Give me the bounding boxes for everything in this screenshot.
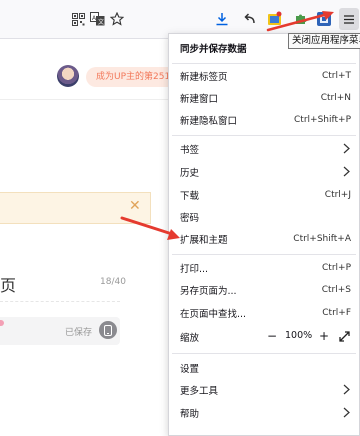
svg-text:文: 文 bbox=[98, 18, 104, 26]
menu-icon[interactable] bbox=[339, 8, 359, 30]
menu-item-downloads[interactable]: 下载 Ctrl+J bbox=[169, 184, 359, 206]
extension-icon[interactable] bbox=[266, 10, 284, 28]
menu-item-find-in-page[interactable]: 在页面中查找... Ctrl+F bbox=[169, 302, 359, 324]
menu-item-more-tools[interactable]: 更多工具 bbox=[169, 379, 359, 401]
status-dot bbox=[0, 320, 4, 326]
notice-banner: ✕ bbox=[0, 192, 151, 224]
avatar[interactable] bbox=[57, 65, 79, 87]
menu-separator bbox=[172, 63, 356, 64]
close-icon[interactable]: ✕ bbox=[129, 198, 141, 214]
menu-item-save-page[interactable]: 另存页面为... Ctrl+S bbox=[169, 279, 359, 301]
phone-icon[interactable] bbox=[99, 321, 117, 339]
menu-shortcut: Ctrl+S bbox=[321, 285, 351, 295]
menu-shortcut: Ctrl+J bbox=[324, 190, 351, 200]
menu-separator bbox=[172, 254, 356, 255]
menu-item-label: 打印... bbox=[180, 264, 209, 275]
menu-item-label: 历史 bbox=[180, 168, 200, 179]
download-icon[interactable] bbox=[213, 10, 231, 28]
fullscreen-icon[interactable] bbox=[337, 329, 351, 343]
title-fragment: 页 bbox=[0, 276, 17, 295]
zoom-out-button[interactable]: − bbox=[265, 329, 279, 343]
zoom-level[interactable]: 100% bbox=[285, 330, 312, 341]
save-status-row: 已保存 bbox=[0, 317, 120, 345]
menu-item-passwords[interactable]: 密码 bbox=[169, 206, 359, 228]
saved-label: 已保存 bbox=[65, 328, 93, 338]
menu-shortcut: Ctrl+T bbox=[321, 71, 351, 81]
sync-label: 同步并保存数据 bbox=[180, 44, 247, 55]
menu-item-bookmarks[interactable]: 书签 bbox=[169, 138, 359, 160]
menu-item-label: 在页面中查找... bbox=[180, 309, 247, 320]
menu-shortcut: Ctrl+Shift+P bbox=[294, 115, 351, 125]
menu-item-label: 设置 bbox=[180, 364, 200, 375]
char-count: 18/40 bbox=[100, 277, 126, 287]
account-icon[interactable] bbox=[315, 10, 333, 28]
menu-item-new-window[interactable]: 新建窗口 Ctrl+N bbox=[169, 87, 359, 109]
qr-code-icon[interactable] bbox=[69, 10, 87, 28]
zoom-label: 缩放 bbox=[180, 333, 200, 344]
menu-item-label: 帮助 bbox=[180, 409, 200, 420]
chevron-right-icon bbox=[343, 166, 350, 177]
chevron-right-icon bbox=[343, 143, 350, 154]
app-menu: 同步并保存数据 登录 新建标签页 Ctrl+T 新建窗口 Ctrl+N 新建隐私… bbox=[168, 33, 360, 436]
menu-tooltip: 关闭应用程序菜单 bbox=[288, 33, 360, 49]
puzzle-icon[interactable] bbox=[292, 10, 310, 28]
page-header: 成为UP主的第251... bbox=[0, 55, 186, 100]
menu-shortcut: Ctrl+P bbox=[322, 263, 351, 273]
menu-item-new-tab[interactable]: 新建标签页 Ctrl+T bbox=[169, 65, 359, 87]
bookmark-star-icon[interactable] bbox=[108, 10, 126, 28]
menu-item-addons-themes[interactable]: 扩展和主题 Ctrl+Shift+A bbox=[169, 228, 359, 250]
menu-item-help[interactable]: 帮助 bbox=[169, 402, 359, 424]
menu-shortcut: Ctrl+Shift+A bbox=[293, 234, 351, 244]
menu-item-history[interactable]: 历史 bbox=[169, 161, 359, 183]
menu-item-label: 书签 bbox=[180, 145, 200, 156]
menu-shortcut: Ctrl+N bbox=[320, 93, 351, 103]
menu-item-settings[interactable]: 设置 bbox=[169, 357, 359, 379]
menu-separator bbox=[172, 135, 356, 136]
chevron-right-icon bbox=[343, 384, 350, 395]
translate-icon[interactable]: A文 bbox=[88, 10, 106, 28]
menu-item-label: 密码 bbox=[180, 213, 200, 224]
zoom-in-button[interactable]: + bbox=[317, 329, 331, 343]
menu-item-label: 另存页面为... bbox=[180, 286, 237, 297]
menu-item-print[interactable]: 打印... Ctrl+P bbox=[169, 257, 359, 279]
menu-item-label: 更多工具 bbox=[180, 386, 219, 397]
menu-separator bbox=[172, 353, 356, 354]
menu-item-new-private-window[interactable]: 新建隐私窗口 Ctrl+Shift+P bbox=[169, 109, 359, 131]
menu-item-label: 新建隐私窗口 bbox=[180, 116, 238, 127]
menu-item-zoom: 缩放 − 100% + bbox=[169, 326, 359, 348]
menu-item-label: 新建窗口 bbox=[180, 94, 219, 105]
divider bbox=[0, 301, 120, 302]
menu-shortcut: Ctrl+F bbox=[322, 308, 351, 318]
menu-item-label: 下载 bbox=[180, 191, 200, 202]
chevron-right-icon bbox=[343, 407, 350, 418]
menu-item-label: 扩展和主题 bbox=[180, 235, 228, 246]
menu-item-label: 新建标签页 bbox=[180, 72, 228, 83]
back-icon[interactable] bbox=[240, 10, 258, 28]
